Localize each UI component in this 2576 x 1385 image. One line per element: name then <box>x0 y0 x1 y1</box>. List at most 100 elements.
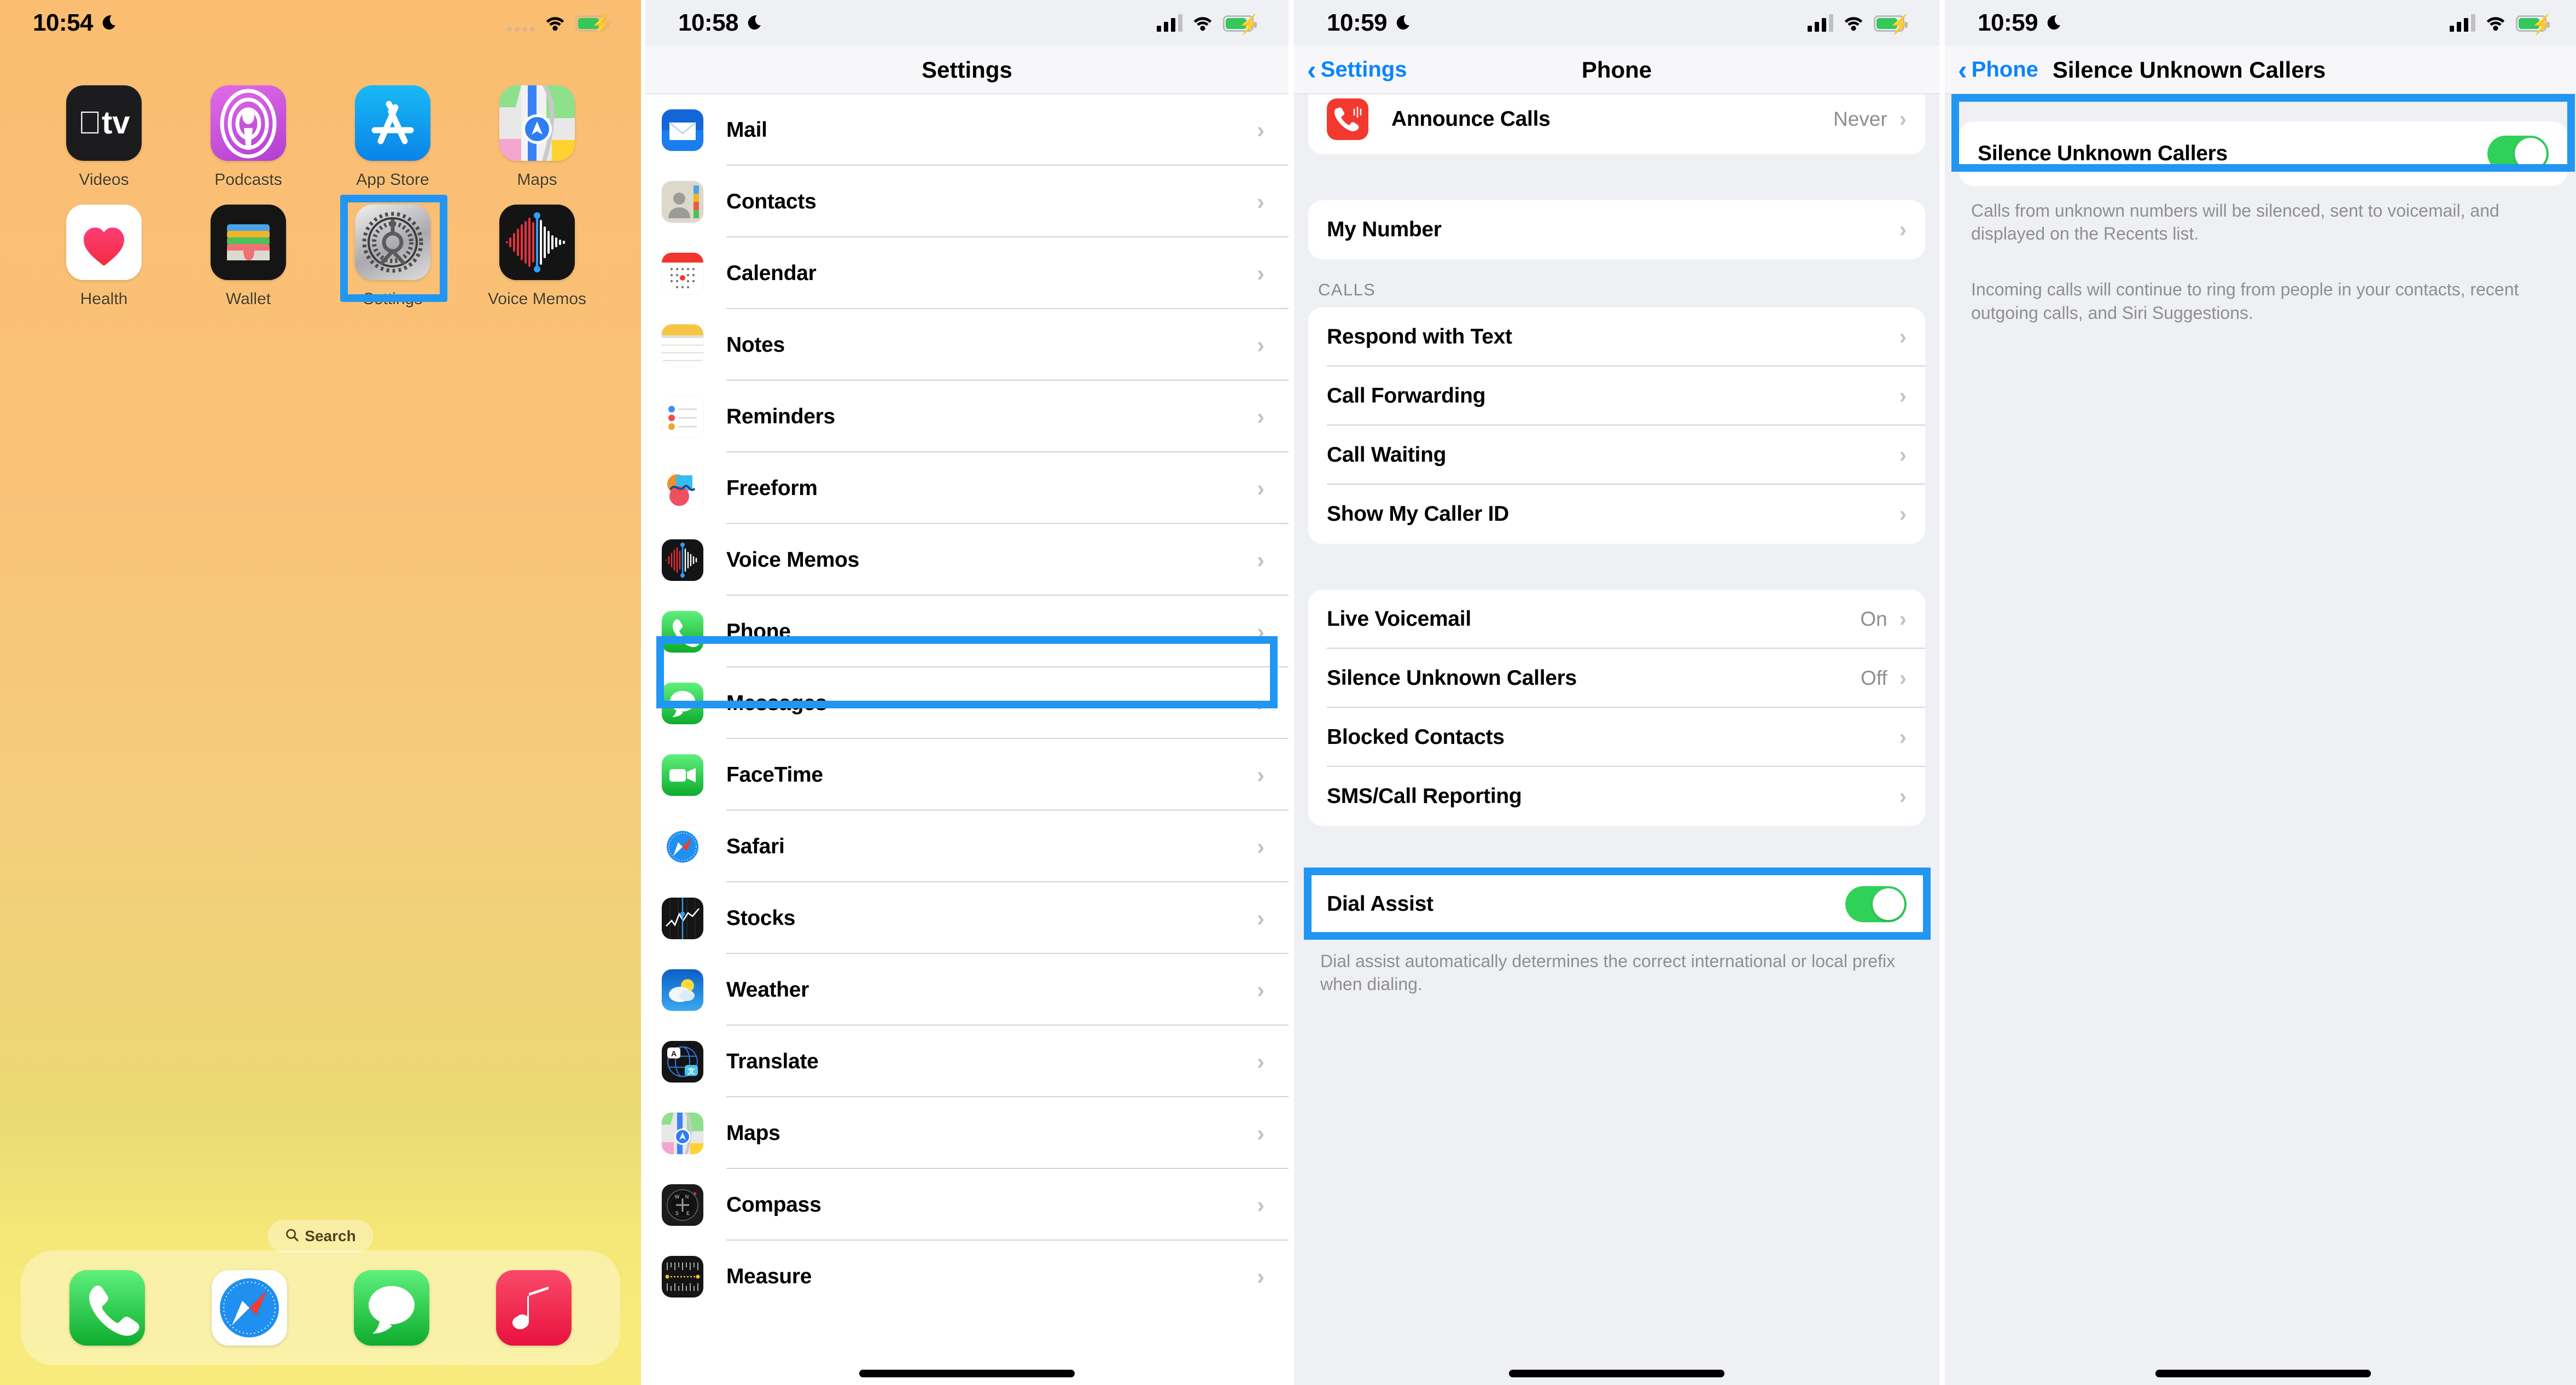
dock-safari-icon[interactable] <box>212 1270 287 1346</box>
chevron-right-icon: › <box>1257 833 1264 859</box>
settings-row-facetime[interactable]: FaceTime › <box>645 739 1289 811</box>
back-button-settings[interactable]: ‹ Settings <box>1307 56 1407 84</box>
svg-text:tv: tv <box>78 105 130 141</box>
row-respond-with-text[interactable]: Respond with Text › <box>1308 307 1925 366</box>
moon-crescent-icon <box>100 14 117 32</box>
group-voicemail-blocking: Live Voicemail On › Silence Unknown Call… <box>1308 590 1925 826</box>
silence-footnote-2: Incoming calls will continue to ring fro… <box>1971 280 2519 323</box>
silence-scroll-area[interactable]: Silence Unknown Callers Calls from unkno… <box>1945 94 2576 1385</box>
settings-row-contacts[interactable]: Contacts › <box>645 166 1289 237</box>
row-silence-unknown-callers[interactable]: Silence Unknown Callers Off › <box>1308 649 1925 708</box>
app-app-store[interactable]: App Store <box>320 85 465 189</box>
row-label: Measure <box>726 1264 812 1288</box>
settings-row-phone[interactable]: Phone › <box>645 596 1289 667</box>
chevron-right-icon: › <box>1257 260 1264 286</box>
dock-messages-icon[interactable] <box>354 1270 429 1346</box>
chevron-right-icon: › <box>1257 331 1264 358</box>
row-label: Freeform <box>726 476 818 500</box>
status-time-group: 10:59 <box>1978 9 2062 37</box>
chevron-right-icon: › <box>1899 107 1907 131</box>
search-pill[interactable]: Search <box>267 1220 374 1253</box>
chevron-right-icon: › <box>1257 618 1264 644</box>
wifi-icon <box>2485 14 2507 32</box>
home-row-1: tv Videos Pod <box>32 85 609 189</box>
chevron-right-icon: › <box>1257 1263 1264 1289</box>
chevron-left-icon: ‹ <box>1958 54 1967 85</box>
row-label: Notes <box>726 333 785 357</box>
calendar-icon <box>662 252 703 294</box>
status-time: 10:59 <box>1327 9 1388 36</box>
app-health[interactable]: Health <box>32 205 176 309</box>
back-label: Settings <box>1320 57 1407 82</box>
phone-scroll-area[interactable]: Announce Calls Never › My Number › CALLS… <box>1294 94 1939 1385</box>
row-call-waiting[interactable]: Call Waiting › <box>1308 426 1925 485</box>
settings-row-measure[interactable]: Measure › <box>645 1241 1289 1312</box>
home-indicator <box>859 1370 1075 1377</box>
row-dial-assist[interactable]: Dial Assist <box>1308 872 1925 936</box>
app-label: Videos <box>79 171 129 189</box>
settings-row-safari[interactable]: Safari › <box>645 811 1289 882</box>
dock-music-icon[interactable] <box>496 1270 572 1346</box>
measure-icon <box>662 1255 703 1297</box>
row-label: Weather <box>726 977 809 1002</box>
contacts-icon <box>662 181 703 223</box>
maps-icon <box>499 85 575 161</box>
status-time: 10:54 <box>33 9 94 36</box>
settings-row-messages[interactable]: Messages › <box>645 667 1289 739</box>
row-label: Stocks <box>726 906 796 930</box>
home-row-2: Health Wallet Settings Voice Memos <box>32 195 609 309</box>
app-videos[interactable]: tv Videos <box>32 85 176 189</box>
row-value: Off <box>1861 667 1887 689</box>
row-label: Live Voicemail <box>1327 607 1471 631</box>
app-maps[interactable]: Maps <box>465 85 609 189</box>
settings-row-notes[interactable]: Notes › <box>645 309 1289 381</box>
settings-scroll-area[interactable]: Mail › Contacts › Calendar › Notes › Rem… <box>645 94 1289 1385</box>
app-podcasts[interactable]: Podcasts <box>176 85 320 189</box>
back-button-phone[interactable]: ‹ Phone <box>1958 54 2038 85</box>
settings-row-translate[interactable]: A 文 Translate › <box>645 1026 1289 1097</box>
app-wallet[interactable]: Wallet <box>176 205 320 309</box>
row-blocked-contacts[interactable]: Blocked Contacts › <box>1308 708 1925 767</box>
row-sms-call-reporting[interactable]: SMS/Call Reporting › <box>1308 767 1925 826</box>
voice-memos-icon <box>662 539 703 581</box>
status-bar-settings: 10:58 ⚡ <box>645 0 1289 46</box>
app-voice-memos[interactable]: Voice Memos <box>465 205 609 309</box>
row-label: Respond with Text <box>1327 325 1512 348</box>
status-icons-silence: ⚡ <box>2450 14 2554 34</box>
row-show-my-caller-id[interactable]: Show My Caller ID › <box>1308 485 1925 544</box>
svg-text:W: W <box>675 1194 680 1200</box>
app-settings[interactable]: Settings <box>320 195 465 309</box>
settings-row-reminders[interactable]: Reminders › <box>645 381 1289 452</box>
settings-row-freeform[interactable]: Freeform › <box>645 452 1289 524</box>
status-time: 10:58 <box>678 9 739 36</box>
status-time: 10:59 <box>1978 9 2038 36</box>
settings-row-maps[interactable]: Maps › <box>645 1097 1289 1169</box>
search-label: Search <box>305 1227 356 1244</box>
settings-row-voice-memos[interactable]: Voice Memos › <box>645 524 1289 596</box>
row-label: Blocked Contacts <box>1327 725 1505 749</box>
row-silence-unknown-callers-toggle[interactable]: Silence Unknown Callers <box>1959 121 2567 186</box>
settings-row-calendar[interactable]: Calendar › <box>645 237 1289 309</box>
row-announce-calls[interactable]: Announce Calls Never › <box>1308 94 1925 154</box>
silence-unknown-callers-toggle[interactable] <box>2487 136 2549 172</box>
dial-assist-toggle[interactable] <box>1845 886 1907 922</box>
row-label: Announce Calls <box>1391 107 1551 131</box>
row-label: Silence Unknown Callers <box>1327 666 1577 690</box>
app-label: Health <box>80 290 128 308</box>
settings-row-mail[interactable]: Mail › <box>645 94 1289 166</box>
settings-row-stocks[interactable]: Stocks › <box>645 882 1289 954</box>
row-live-voicemail[interactable]: Live Voicemail On › <box>1308 590 1925 649</box>
row-value: Never <box>1833 108 1887 130</box>
dock-phone-icon[interactable] <box>69 1270 145 1346</box>
chevron-right-icon: › <box>1257 1120 1264 1146</box>
page-title: Phone <box>1581 56 1652 83</box>
settings-row-weather[interactable]: Weather › <box>645 954 1289 1026</box>
chevron-right-icon: › <box>1257 188 1264 214</box>
row-label: My Number <box>1327 218 1442 241</box>
row-my-number[interactable]: My Number › <box>1308 200 1925 259</box>
settings-row-compass[interactable]: NW S E Compass › <box>645 1169 1289 1241</box>
row-call-forwarding[interactable]: Call Forwarding › <box>1308 366 1925 426</box>
app-label: Podcasts <box>214 171 282 189</box>
